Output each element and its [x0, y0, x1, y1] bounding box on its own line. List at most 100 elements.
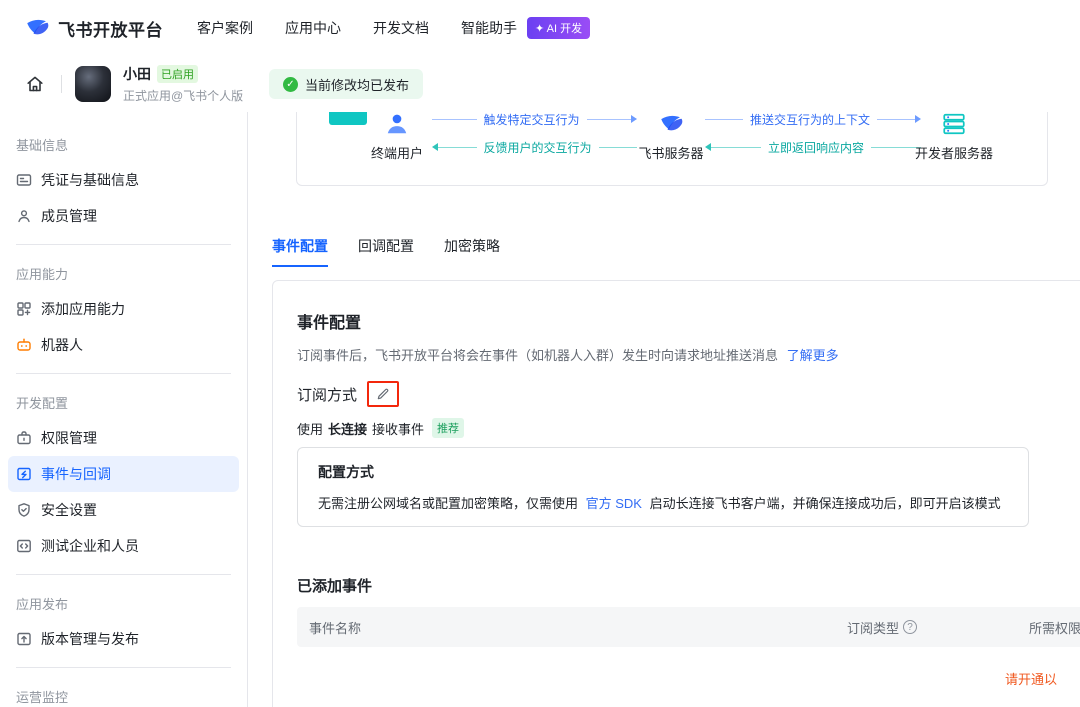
sidebar-item-members[interactable]: 成员管理 — [8, 198, 239, 234]
subscription-mode-label: 订阅方式 — [297, 384, 357, 405]
brand-name: 飞书开放平台 — [58, 16, 163, 41]
config-method-text: 无需注册公网域名或配置加密策略，仅需使用 官方 SDK 启动长连接飞书客户端，并… — [318, 493, 1008, 512]
sidebar-item-add-capability[interactable]: 添加应用能力 — [8, 291, 239, 327]
server-icon — [941, 111, 967, 137]
sidebar-item-label: 机器人 — [41, 335, 83, 355]
sidebar-item-label: 安全设置 — [41, 500, 97, 520]
top-nav-items: 客户案例 应用中心 开发文档 智能助手 — [197, 18, 517, 38]
diagram-node-feishu-server: 飞书服务器 — [641, 111, 701, 162]
sidebar-item-permissions[interactable]: 权限管理 — [8, 420, 239, 456]
divider — [16, 244, 231, 245]
home-button[interactable] — [22, 71, 48, 97]
sidebar-item-events-callbacks[interactable]: 事件与回调 — [8, 456, 239, 492]
publish-icon — [16, 631, 32, 647]
app-avatar — [75, 66, 111, 102]
code-icon — [16, 538, 32, 554]
arrow-trigger: 触发特定交互行为 — [432, 112, 637, 126]
tab-encryption-policy[interactable]: 加密策略 — [444, 236, 500, 267]
enabled-badge: 已启用 — [157, 65, 198, 83]
help-icon[interactable]: ? — [903, 620, 917, 634]
nav-item-assistant[interactable]: 智能助手 — [461, 18, 517, 38]
arrow-feedback: 反馈用户的交互行为 — [432, 140, 637, 154]
event-callback-icon — [16, 466, 32, 482]
nav-item-docs[interactable]: 开发文档 — [373, 18, 429, 38]
sidebar-item-bot[interactable]: 机器人 — [8, 327, 239, 363]
column-required-permission: 所需权限 — [1029, 607, 1080, 647]
permission-icon — [16, 430, 32, 446]
annotation-red-box — [367, 381, 399, 407]
sidebar-section-monitoring: 运营监控 — [0, 678, 247, 707]
credential-icon — [16, 172, 32, 188]
edit-subscription-button[interactable] — [376, 387, 390, 401]
arrow-right-icon — [915, 115, 921, 123]
arrow-push-context: 推送交互行为的上下文 — [705, 112, 921, 126]
subscription-mode-row: 订阅方式 — [297, 381, 399, 407]
recommend-badge: 推荐 — [432, 418, 464, 438]
user-icon — [384, 111, 410, 137]
publish-status-text: 当前修改均已发布 — [305, 75, 409, 94]
feishu-logo-icon — [24, 15, 50, 41]
sidebar-item-credentials[interactable]: 凭证与基础信息 — [8, 162, 239, 198]
sidebar-item-test-users[interactable]: 测试企业和人员 — [8, 528, 239, 564]
node-label: 飞书服务器 — [639, 143, 704, 162]
sidebar-item-label: 权限管理 — [41, 428, 97, 448]
arrow-return-response: 立即返回响应内容 — [705, 140, 921, 154]
sidebar-item-label: 添加应用能力 — [41, 299, 125, 319]
column-event-name: 事件名称 — [309, 607, 361, 647]
divider — [61, 75, 62, 93]
app-name: 小田 — [123, 64, 151, 84]
sidebar-item-security[interactable]: 安全设置 — [8, 492, 239, 528]
node-label: 开发者服务器 — [915, 143, 993, 162]
event-config-panel: 事件配置 订阅事件后，飞书开放平台将会在事件（如机器人入群）发生时向请求地址推送… — [272, 280, 1080, 707]
publish-status-banner: ✓ 当前修改均已发布 — [269, 69, 423, 99]
panel-title: 事件配置 — [297, 309, 361, 333]
app-meta: 小田 已启用 正式应用@飞书个人版 — [123, 64, 251, 104]
panel-description: 订阅事件后，飞书开放平台将会在事件（如机器人入群）发生时向请求地址推送消息 了解… — [297, 345, 839, 364]
official-sdk-link[interactable]: 官方 SDK — [586, 496, 642, 511]
learn-more-link[interactable]: 了解更多 — [787, 348, 839, 363]
sidebar-section-basic: 基础信息 — [0, 126, 247, 162]
member-icon — [16, 208, 32, 224]
feishu-logo-icon — [658, 111, 684, 137]
arrow-right-icon — [631, 115, 637, 123]
bot-icon — [16, 337, 32, 353]
diagram-node-developer-server: 开发者服务器 — [924, 111, 984, 162]
tab-event-config[interactable]: 事件配置 — [272, 236, 328, 267]
sidebar-item-label: 测试企业和人员 — [41, 536, 139, 556]
column-subscription-type: 订阅类型 ? — [847, 607, 917, 647]
nav-item-cases[interactable]: 客户案例 — [197, 18, 253, 38]
current-mode-row: 使用 长连接 接收事件 推荐 — [297, 418, 464, 438]
sidebar-item-label: 凭证与基础信息 — [41, 170, 139, 190]
shield-check-icon — [16, 502, 32, 518]
sidebar-section-release: 应用发布 — [0, 585, 247, 621]
divider — [16, 373, 231, 374]
ai-dev-badge[interactable]: ✦ AI 开发 — [527, 17, 590, 39]
diagram-node-end-user: 终端用户 — [367, 111, 427, 162]
events-table-header: 事件名称 订阅类型 ? 所需权限 — [297, 607, 1080, 647]
divider — [16, 574, 231, 575]
pencil-icon — [376, 387, 390, 401]
sidebar-section-capability: 应用能力 — [0, 255, 247, 291]
brand[interactable]: 飞书开放平台 — [24, 15, 163, 41]
added-events-title: 已添加事件 — [297, 575, 372, 596]
sidebar-item-label: 成员管理 — [41, 206, 97, 226]
config-method-title: 配置方式 — [318, 462, 1008, 482]
top-navbar: 飞书开放平台 客户案例 应用中心 开发文档 智能助手 ✦ AI 开发 — [0, 0, 1080, 56]
home-icon — [25, 74, 45, 94]
app-header-bar: 小田 已启用 正式应用@飞书个人版 ✓ 当前修改均已发布 — [0, 56, 1080, 112]
mode-name: 长连接 — [328, 419, 367, 438]
add-capability-icon — [16, 301, 32, 317]
config-tabs: 事件配置 回调配置 加密策略 — [272, 236, 500, 267]
config-method-box: 配置方式 无需注册公网域名或配置加密策略，仅需使用 官方 SDK 启动长连接飞书… — [297, 447, 1029, 527]
node-label: 终端用户 — [371, 143, 423, 162]
sidebar-item-label: 事件与回调 — [41, 464, 111, 484]
check-icon: ✓ — [283, 77, 298, 92]
sidebar-item-label: 版本管理与发布 — [41, 629, 139, 649]
nav-item-app-center[interactable]: 应用中心 — [285, 18, 341, 38]
permission-notice: 请开通以 — [1005, 669, 1057, 688]
app-subtitle: 正式应用@飞书个人版 — [123, 87, 251, 104]
sidebar-section-dev-config: 开发配置 — [0, 384, 247, 420]
tab-callback-config[interactable]: 回调配置 — [358, 236, 414, 267]
divider — [16, 667, 231, 668]
sidebar-item-version-release[interactable]: 版本管理与发布 — [8, 621, 239, 657]
